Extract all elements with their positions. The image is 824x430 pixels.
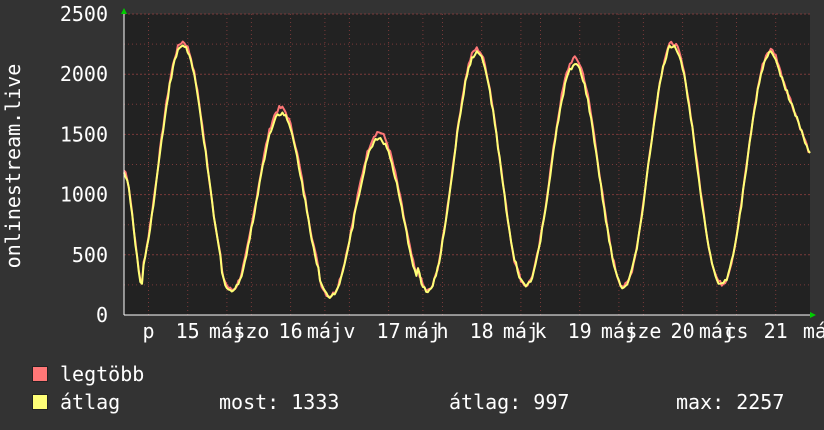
legend-label-avg: átlag [60, 390, 121, 414]
y-tick-label: 500 [72, 243, 108, 267]
x-tick-labels: p 15 májszo 16 máj v 17 májh 18 májk 19 májsze 20 máj… [142, 319, 824, 343]
x-tick-label: p [142, 319, 154, 343]
y-axis-label: onlinestream.live [1, 64, 25, 269]
stat-average: átlag: 997 [449, 390, 570, 414]
legend-swatch-avg [32, 394, 48, 410]
stat-max: max: 2257 [676, 390, 785, 414]
legend-swatch-max [32, 366, 48, 382]
x-tick-label: h [436, 319, 448, 343]
chart: 25002000150010005000 p 15 májszo 16 máj v 17 má… [1, 2, 824, 343]
x-tick-label: 19 [568, 319, 592, 343]
plot-background [124, 14, 810, 315]
x-tick-label: má [803, 319, 824, 343]
x-axis-arrow-icon [810, 312, 816, 318]
x-tick-label: v [343, 319, 355, 343]
x-tick-label: 15 [176, 319, 200, 343]
y-axis-arrow-icon [121, 8, 127, 14]
x-tick-label: 17 [377, 319, 401, 343]
x-tick-label: 20 [671, 319, 695, 343]
x-tick-label: 16 [279, 319, 303, 343]
legend-label-max: legtöbb [60, 362, 145, 386]
y-tick-label: 0 [96, 303, 108, 327]
x-tick-label: 21 [764, 319, 788, 343]
y-tick-label: 2000 [60, 62, 108, 86]
x-tick-label: cs [724, 319, 748, 343]
stat-current: most: 1333 [219, 390, 340, 414]
y-tick-labels: 2500 2000 1500 1000 500 0 [60, 2, 108, 327]
x-tick-label: 18 [470, 319, 494, 343]
y-tick-label: 1000 [60, 183, 108, 207]
y-tick-label: 2500 [60, 2, 108, 26]
x-tick-label: k [534, 319, 546, 343]
x-tick-label: máj [307, 319, 343, 343]
x-tick-label: szo [233, 319, 269, 343]
y-tick-label: 1500 [60, 122, 108, 146]
x-tick-label: sze [625, 319, 661, 343]
